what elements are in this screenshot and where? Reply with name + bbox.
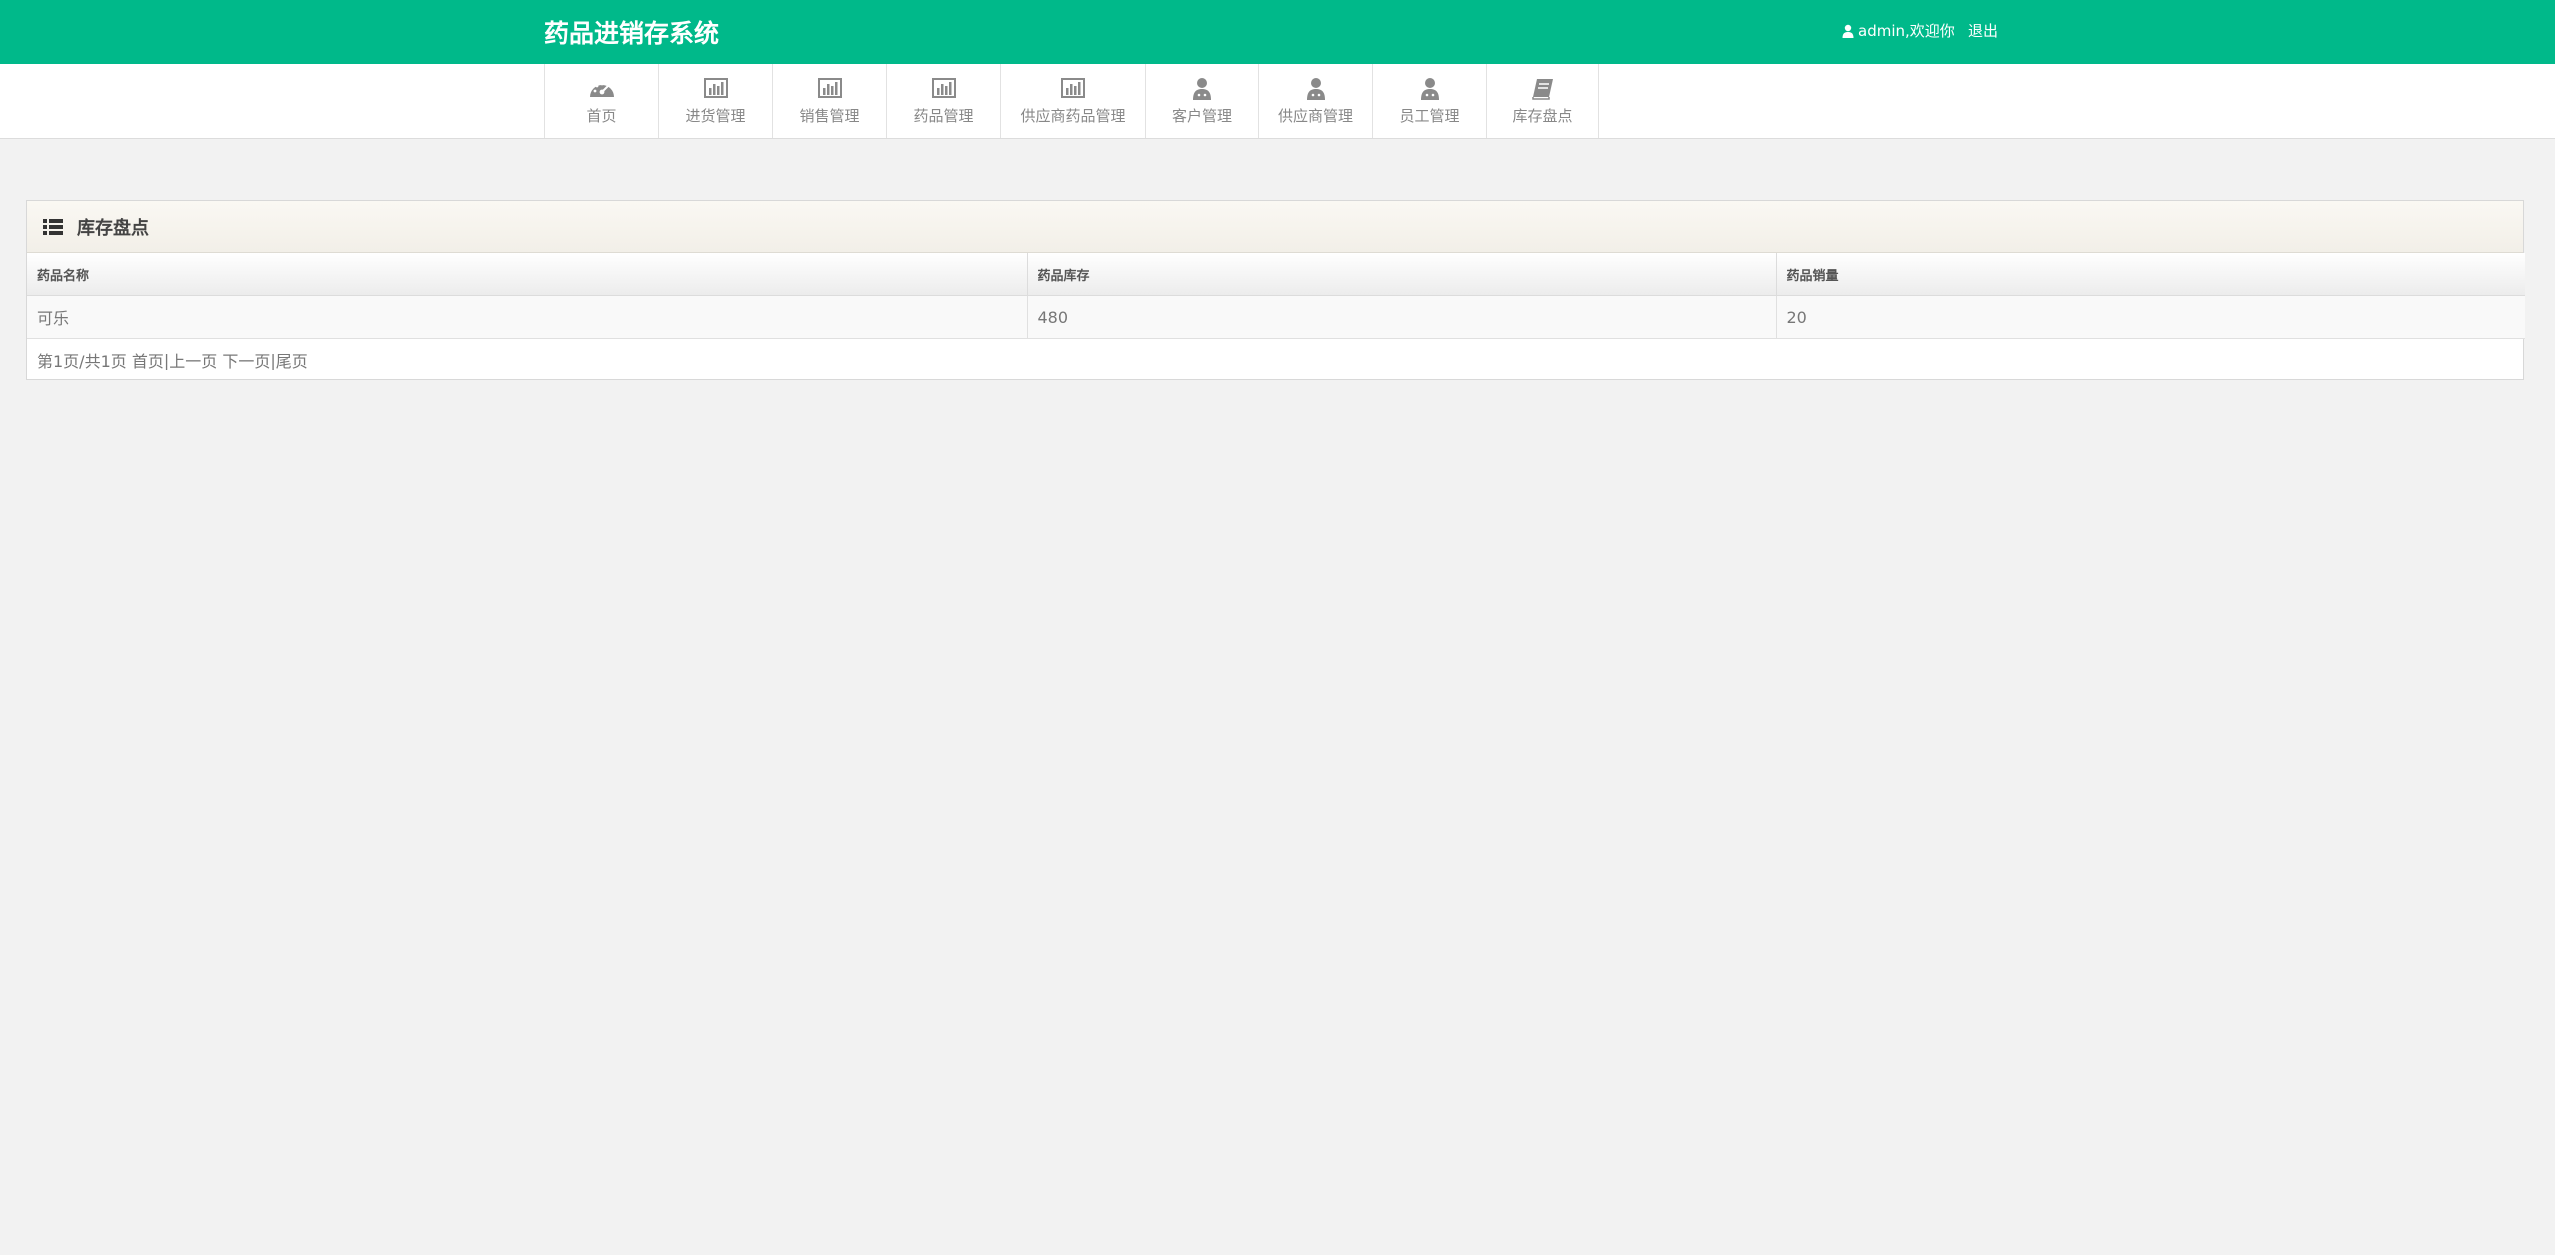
nav-label: 客户管理 [1171, 107, 1232, 125]
cell-stock: 480 [1027, 295, 1777, 339]
nav-item-supplier-drugs[interactable]: 供应商药品管理 [1001, 64, 1146, 138]
nav-item-home[interactable]: 首页 [545, 64, 659, 138]
bar-chart-icon [1061, 78, 1085, 98]
list-icon [43, 218, 63, 235]
table-header-row: 药品名称 药品库存 药品销量 [27, 253, 2525, 296]
user-icon [1306, 78, 1325, 100]
cell-drug-name: 可乐 [27, 295, 1028, 339]
nav-label: 进货管理 [685, 107, 746, 125]
logout-link[interactable]: 退出 [1968, 20, 1998, 41]
top-bar: 药品进销存系统 admin,欢迎你 退出 [0, 0, 2555, 64]
bar-chart-icon [931, 78, 956, 98]
app-title: 药品进销存系统 [544, 19, 720, 48]
nav-label: 供应商药品管理 [1020, 107, 1126, 125]
inventory-panel: 库存盘点 药品名称 药品库存 药品销量 可乐 480 20 第1页/共1页 首页… [26, 200, 2525, 381]
user-icon [1420, 78, 1439, 100]
nav-label: 供应商管理 [1277, 107, 1353, 125]
prev-page-link[interactable]: 上一页 [169, 348, 217, 372]
book-icon [1531, 79, 1553, 100]
bar-chart-icon [703, 78, 728, 98]
user-icon [1842, 24, 1854, 38]
table-row: 可乐 480 20 [27, 295, 2525, 339]
nav-item-drugs[interactable]: 药品管理 [887, 64, 1001, 138]
nav-label: 销售管理 [799, 107, 860, 125]
nav-label: 员工管理 [1399, 107, 1460, 125]
nav-item-suppliers[interactable]: 供应商管理 [1259, 64, 1373, 138]
nav-item-purchase[interactable]: 进货管理 [659, 64, 773, 138]
nav-item-customers[interactable]: 客户管理 [1146, 64, 1259, 138]
column-header-stock[interactable]: 药品库存 [1027, 253, 1777, 296]
nav-label: 药品管理 [913, 107, 974, 125]
column-header-sales[interactable]: 药品销量 [1776, 253, 2525, 296]
nav-item-inventory[interactable]: 库存盘点 [1487, 64, 1599, 138]
nav-item-sales[interactable]: 销售管理 [773, 64, 887, 138]
last-page-link[interactable]: 尾页 [276, 348, 308, 372]
bar-chart-icon [817, 78, 842, 98]
next-page-link[interactable]: 下一页 [222, 348, 270, 372]
column-header-drug-name[interactable]: 药品名称 [27, 253, 1028, 296]
page-info: 第1页/共1页 [37, 352, 127, 371]
nav-label: 库存盘点 [1512, 107, 1573, 125]
inventory-table: 药品名称 药品库存 药品销量 可乐 480 20 [27, 253, 2525, 339]
panel-title: 库存盘点 [77, 217, 149, 239]
user-greeting-text: admin,欢迎你 [1858, 22, 1955, 40]
panel-header: 库存盘点 [27, 201, 2523, 253]
cell-sales: 20 [1776, 295, 2525, 339]
first-page-link[interactable]: 首页 [132, 348, 164, 372]
dashboard-icon [589, 82, 614, 97]
user-greeting: admin,欢迎你 [1842, 20, 1955, 41]
nav-label: 首页 [586, 107, 617, 125]
user-icon [1193, 78, 1211, 100]
nav-item-employees[interactable]: 员工管理 [1373, 64, 1487, 138]
pagination: 第1页/共1页 首页 | 上一页 下一页 | 尾页 [27, 339, 2523, 381]
main-nav: 首页 进货管理 销售管理 药品管理 供应商药品管理 客户管理 供应商管理 员工管… [0, 64, 2555, 139]
